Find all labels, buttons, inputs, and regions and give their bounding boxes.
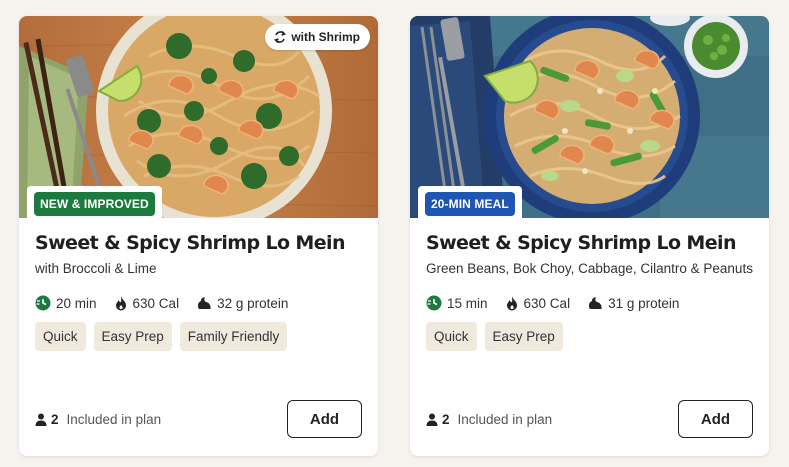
clock-icon [426,295,442,311]
flame-icon [505,295,519,311]
recipe-card-2[interactable]: 20-MIN MEAL Sweet & Spicy Shrimp Lo Mein… [410,16,769,456]
protein-stat: 31 g protein [587,296,679,311]
protein-value: 32 g protein [217,295,289,311]
person-icon [35,413,47,426]
time-value: 15 min [447,295,488,311]
tag: Quick [426,322,477,351]
protein-icon [587,296,603,310]
add-button[interactable]: Add [678,400,753,438]
status-badge: 20-MIN MEAL [425,192,515,216]
swap-label: with Shrimp [291,30,360,44]
tag: Quick [35,322,86,351]
tag: Family Friendly [179,322,288,351]
protein-value: 31 g protein [608,295,680,311]
servings-info: 2 Included in plan [426,412,552,427]
time-stat: 15 min [426,295,488,311]
recipe-subtitle: with Broccoli & Lime [35,261,157,276]
tag: Easy Prep [93,322,172,351]
recipe-title[interactable]: Sweet & Spicy Shrimp Lo Mein [35,232,345,254]
recipe-stats: 20 min 630 Cal 32 g protein [35,295,305,311]
time-stat: 20 min [35,295,97,311]
protein-stat: 32 g protein [196,296,288,311]
recipe-subtitle: Green Beans, Bok Choy, Cabbage, Cilantro… [426,261,753,276]
recipe-title[interactable]: Sweet & Spicy Shrimp Lo Mein [426,232,736,254]
swap-protein-button[interactable]: with Shrimp [265,24,370,50]
calories-value: 630 Cal [132,295,180,311]
plan-label: Included in plan [66,412,162,427]
protein-icon [196,296,212,310]
swap-icon [273,30,287,44]
calories-value: 630 Cal [523,295,571,311]
status-badge: NEW & IMPROVED [34,192,155,216]
add-button[interactable]: Add [287,400,362,438]
badge-container: 20-MIN MEAL [418,186,522,223]
servings-count: 2 [442,412,450,427]
person-icon [426,413,438,426]
badge-container: NEW & IMPROVED [27,186,162,223]
tag-list: Quick Easy Prep Family Friendly [35,322,288,351]
calories-stat: 630 Cal [505,295,571,311]
tag: Easy Prep [484,322,563,351]
recipe-stats: 15 min 630 Cal 31 g protein [426,295,696,311]
calories-stat: 630 Cal [114,295,180,311]
flame-icon [114,295,128,311]
servings-count: 2 [51,412,59,427]
recipe-card-1[interactable]: with Shrimp NEW & IMPROVED Sweet & Spicy… [19,16,378,456]
time-value: 20 min [56,295,97,311]
clock-icon [35,295,51,311]
tag-list: Quick Easy Prep [426,322,563,351]
servings-info: 2 Included in plan [35,412,161,427]
plan-label: Included in plan [457,412,553,427]
